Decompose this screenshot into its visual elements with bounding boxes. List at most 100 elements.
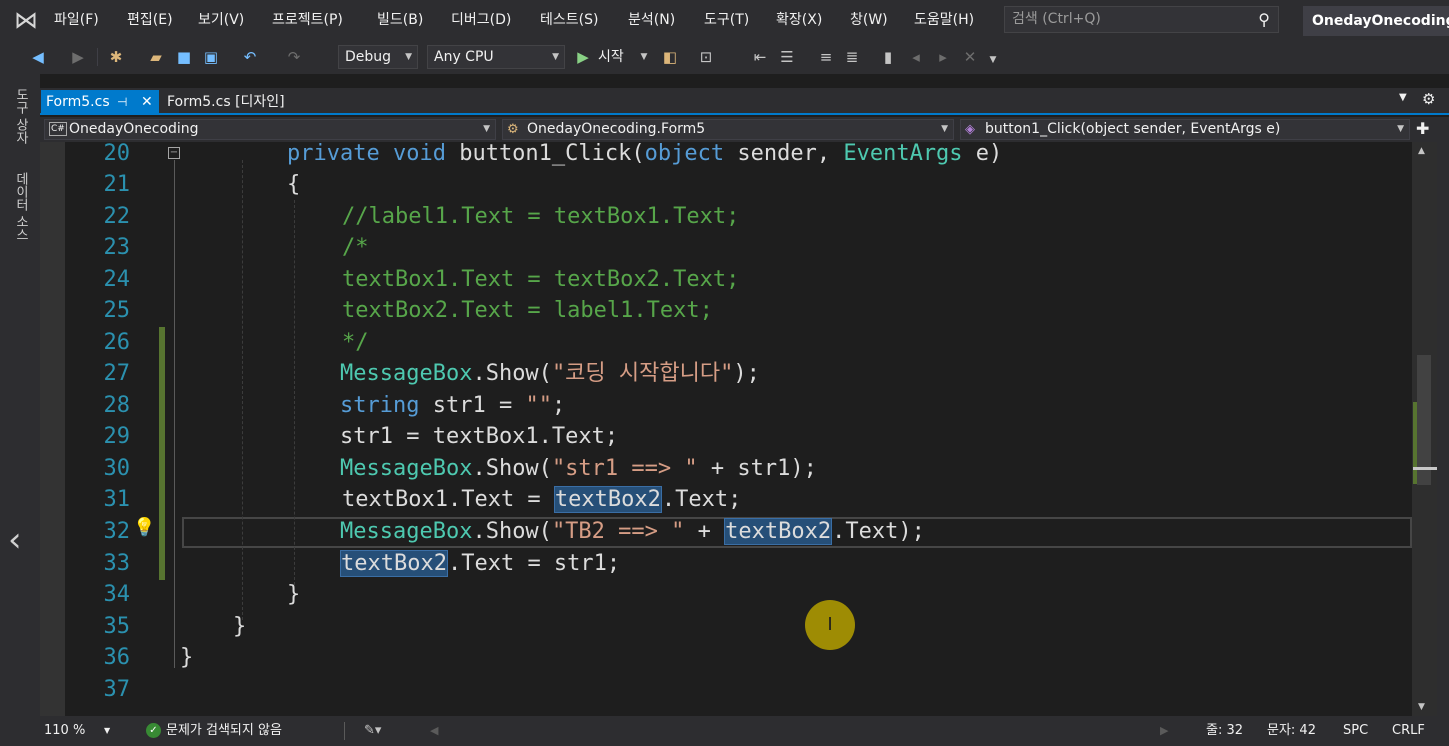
code-cleanup-icon[interactable]: ✎▾ <box>364 716 381 746</box>
csharp-project-icon: C# <box>49 122 67 136</box>
code-line-28[interactable]: string str1 = ""; <box>340 390 565 421</box>
comment-out-icon[interactable]: ≡ <box>816 47 836 67</box>
code-line-30[interactable]: MessageBox.Show("str1 ==> " + str1); <box>340 453 817 484</box>
solution-config-dropdown[interactable]: Debug ▼ <box>338 45 418 69</box>
whitespace-indicator[interactable]: SPC <box>1343 716 1368 746</box>
tab-form5-cs[interactable]: Form5.cs ⊣ ✕ <box>41 90 159 114</box>
chevron-left-icon[interactable]: ‹ <box>8 520 22 560</box>
code-line-25[interactable]: textBox2.Text = label1.Text; <box>342 295 713 326</box>
line-number: 25 <box>103 298 131 323</box>
scrollbar-thumb[interactable] <box>1417 355 1431 485</box>
method-icon: ◈ <box>965 122 975 137</box>
indent-guide <box>294 200 295 585</box>
next-bookmark-icon[interactable]: ▸ <box>933 47 953 67</box>
datasource-tab[interactable]: 데이터 소스 <box>11 172 30 241</box>
code-line-22[interactable]: //label1.Text = textBox1.Text; <box>342 201 739 232</box>
code-line-29[interactable]: str1 = textBox1.Text; <box>340 421 618 452</box>
close-icon[interactable]: ✕ <box>141 90 153 114</box>
scroll-left-icon[interactable]: ◀ <box>430 716 438 746</box>
pin-icon[interactable]: ⊣ <box>117 90 127 114</box>
uncomment-icon[interactable]: ≣ <box>842 47 862 67</box>
code-line-36[interactable]: } <box>180 642 193 673</box>
mouse-cursor-highlight: I <box>805 600 855 650</box>
clear-bookmarks-icon[interactable]: ✕ <box>960 47 980 67</box>
menu-analyze[interactable]: 분석(N) <box>622 0 681 40</box>
zoom-dropdown[interactable]: 110 % ▼ <box>44 716 114 746</box>
menu-help[interactable]: 도움말(H) <box>908 0 980 40</box>
class-dropdown[interactable]: ⚙ OnedayOnecoding.Form5 ▼ <box>502 119 954 140</box>
menu-extensions[interactable]: 확장(X) <box>770 0 828 40</box>
new-project-icon[interactable]: ✱ <box>106 47 126 67</box>
code-token: "str1 ==> " <box>551 456 698 481</box>
glyph-margin <box>40 142 65 716</box>
prev-bookmark-icon[interactable]: ◂ <box>906 47 926 67</box>
menu-view[interactable]: 보기(V) <box>192 0 250 40</box>
scroll-up-icon[interactable]: ▲ <box>1418 146 1425 156</box>
start-button[interactable]: 시작 <box>598 47 624 67</box>
browser-link-icon[interactable]: ◧ <box>660 47 680 67</box>
toolbox-tab[interactable]: 도구 상자 <box>11 88 30 144</box>
collapse-region-icon[interactable]: − <box>168 147 180 159</box>
navigate-forward-icon[interactable]: ▶ <box>68 47 88 67</box>
code-token: .Text; <box>661 487 742 512</box>
navigate-back-icon[interactable]: ◀ <box>28 47 48 67</box>
tab-form5-designer[interactable]: Form5.cs [디자인] <box>162 90 302 114</box>
project-dropdown[interactable]: C# OnedayOnecoding ▼ <box>44 119 496 140</box>
code-line-31[interactable]: textBox1.Text = textBox2.Text; <box>342 484 741 515</box>
menu-edit[interactable]: 편집(E) <box>121 0 179 40</box>
platform-dropdown[interactable]: Any CPU ▼ <box>427 45 565 69</box>
line-indicator[interactable]: 줄: 32 <box>1206 716 1243 746</box>
save-icon[interactable]: ■ <box>174 47 194 67</box>
lightbulb-icon[interactable]: 💡 <box>133 517 155 538</box>
menu-window[interactable]: 창(W) <box>844 0 894 40</box>
search-input[interactable]: 검색 (Ctrl+Q) ⚲ <box>1004 6 1279 33</box>
redo-icon[interactable]: ↷ <box>284 47 304 67</box>
tab-list-dropdown-icon[interactable]: ▼ <box>1399 92 1407 103</box>
menu-tools[interactable]: 도구(T) <box>698 0 755 40</box>
code-line-32[interactable]: MessageBox.Show("TB2 ==> " + textBox2.Te… <box>340 516 925 547</box>
code-line-24[interactable]: textBox1.Text = textBox2.Text; <box>342 264 739 295</box>
scroll-right-icon[interactable]: ▶ <box>1160 716 1168 746</box>
menu-debug[interactable]: 디버그(D) <box>445 0 517 40</box>
step-over-icon[interactable]: ☰ <box>777 47 797 67</box>
screenshot-icon[interactable]: ⊡ <box>696 47 716 67</box>
code-line-34[interactable]: } <box>287 579 300 610</box>
split-editor-icon[interactable]: ✚ <box>1416 119 1429 138</box>
code-token: sender, <box>724 141 844 166</box>
code-line-20[interactable]: private void button1_Click(object sender… <box>287 138 1002 169</box>
save-all-icon[interactable]: ▣ <box>201 47 221 67</box>
line-ending-indicator[interactable]: CRLF <box>1392 716 1425 746</box>
code-token: MessageBox <box>340 456 473 481</box>
chevron-down-icon: ▼ <box>483 124 490 134</box>
toolbar-overflow-icon[interactable]: ▼ <box>983 50 1003 70</box>
solution-name-badge[interactable]: OnedayOnecoding <box>1303 6 1449 36</box>
scroll-down-icon[interactable]: ▼ <box>1418 702 1425 712</box>
bookmark-icon[interactable]: ▮ <box>878 47 898 67</box>
step-into-icon[interactable]: ⇤ <box>750 47 770 67</box>
issues-status[interactable]: 문제가 검색되지 않음 <box>166 716 282 746</box>
menu-file[interactable]: 파일(F) <box>48 0 105 40</box>
chevron-down-icon: ▼ <box>1397 124 1404 134</box>
code-line-21[interactable]: { <box>287 169 300 200</box>
column-indicator[interactable]: 문자: 42 <box>1267 716 1316 746</box>
line-number: 32 <box>103 519 131 544</box>
chevron-down-icon[interactable]: ▼ <box>634 47 654 67</box>
code-line-23[interactable]: /* <box>342 232 369 263</box>
line-number: 29 <box>103 424 131 449</box>
start-play-icon[interactable]: ▶ <box>573 47 593 67</box>
menu-build[interactable]: 빌드(B) <box>371 0 429 40</box>
menu-test[interactable]: 테스트(S) <box>534 0 604 40</box>
code-line-35[interactable]: } <box>233 611 246 642</box>
code-line-27[interactable]: MessageBox.Show("코딩 시작합니다"); <box>340 358 760 389</box>
line-number: 20 <box>103 141 131 166</box>
search-icon[interactable]: ⚲ <box>1258 7 1270 32</box>
code-line-33[interactable]: textBox2.Text = str1; <box>340 548 620 579</box>
gear-icon[interactable]: ⚙ <box>1422 90 1435 108</box>
open-file-icon[interactable]: ▰ <box>146 47 166 67</box>
menu-project[interactable]: 프로젝트(P) <box>266 0 349 40</box>
undo-icon[interactable]: ↶ <box>240 47 260 67</box>
visual-studio-logo-icon[interactable]: ⋈ <box>8 5 44 35</box>
outline-line <box>174 160 175 668</box>
member-dropdown[interactable]: ◈ button1_Click(object sender, EventArgs… <box>960 119 1410 140</box>
code-line-26[interactable]: */ <box>342 327 369 358</box>
